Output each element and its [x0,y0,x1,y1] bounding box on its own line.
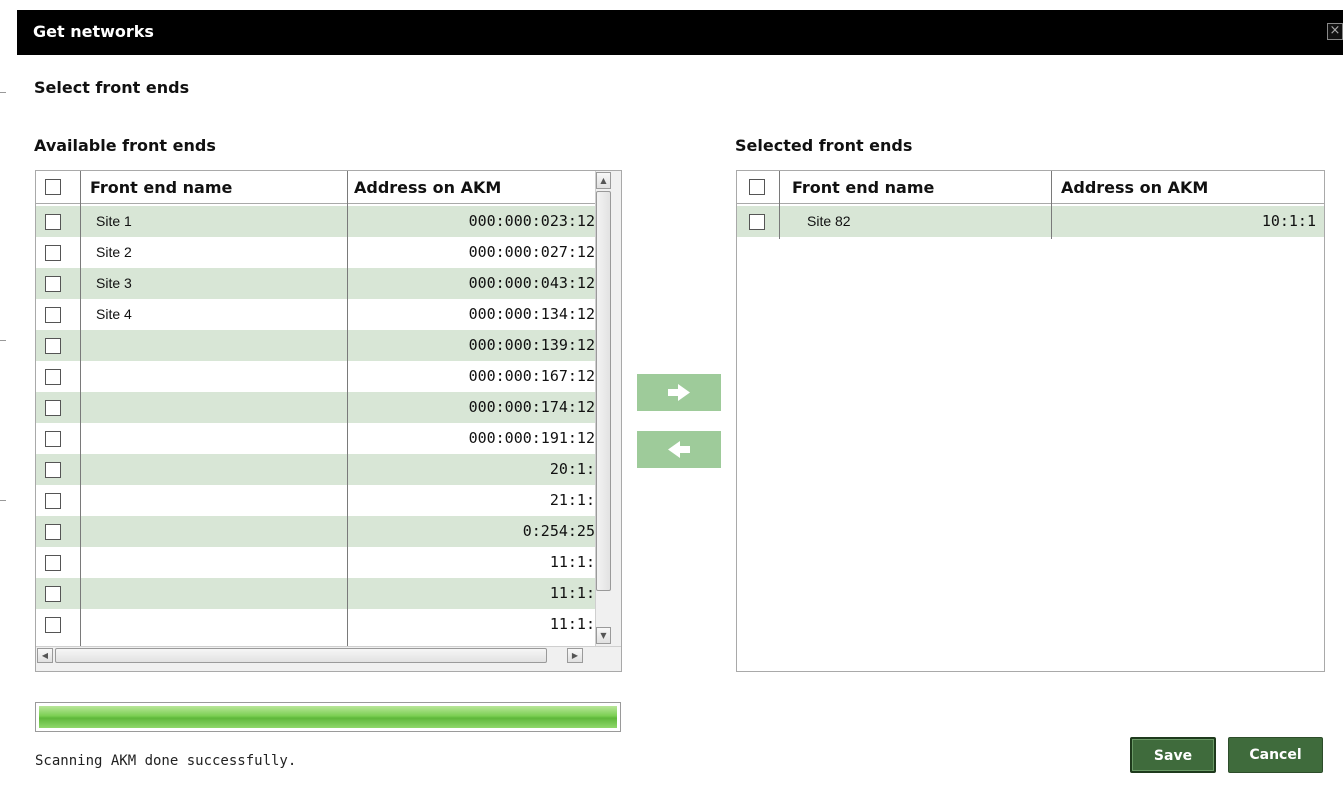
selected-row-address: 10:1:1 [1261,212,1316,230]
available-row[interactable]: Site 4 000:000:134:12 [36,299,595,330]
selected-title: Selected front ends [735,136,913,155]
available-row-checkbox[interactable] [45,245,61,261]
available-row[interactable]: 0:254:25 [36,516,595,547]
available-row-address: 000:000:023:12 [468,212,595,230]
available-row[interactable]: 21:1: [36,485,595,516]
available-vertical-scrollbar[interactable]: ▲ ▼ [595,171,621,647]
remove-from-selected-button[interactable] [637,431,721,468]
left-edge-tick [0,340,6,341]
available-row[interactable]: 000:000:167:12 [36,361,595,392]
available-row-address: 000:000:027:12 [468,243,595,261]
available-row[interactable]: 000:000:139:12 [36,330,595,361]
available-row-address: 11:1: [549,584,595,602]
scroll-right-icon[interactable]: ▶ [567,648,583,663]
selected-row-checkbox[interactable] [749,214,765,230]
scroll-down-icon[interactable]: ▼ [596,627,611,644]
available-row[interactable]: 11:1: [36,547,595,578]
status-message: Scanning AKM done successfully. [35,753,297,769]
available-row-checkbox[interactable] [45,524,61,540]
available-row-checkbox[interactable] [45,214,61,230]
dialog-titlebar: Get networks × [17,10,1343,55]
dialog-title: Get networks [33,22,154,41]
available-row[interactable]: 000:000:191:12 [36,423,595,454]
arrow-left-icon [668,441,690,458]
scroll-thumb[interactable] [596,191,611,591]
available-row-address: 000:000:191:12 [468,429,595,447]
available-row-checkbox[interactable] [45,462,61,478]
selected-column-address[interactable]: Address on AKM [1061,178,1208,197]
selected-grid: Front end name Address on AKM Site 82 10:… [736,170,1325,672]
available-row-address: 000:000:167:12 [468,367,595,385]
cancel-button[interactable]: Cancel [1228,737,1323,773]
select-all-selected-checkbox[interactable] [749,179,765,195]
column-divider [779,171,780,239]
available-row-checkbox[interactable] [45,431,61,447]
available-row-name: Site 4 [96,306,132,322]
select-all-available-checkbox[interactable] [45,179,61,195]
available-row-name: Site 1 [96,213,132,229]
save-button[interactable]: Save [1130,737,1216,773]
left-edge-tick [0,500,6,501]
available-row-address: 000:000:043:12 [468,274,595,292]
available-horizontal-scrollbar[interactable]: ◀ ▶ [36,646,621,671]
column-divider [1051,171,1052,239]
available-row-address: 000:000:134:12 [468,305,595,323]
available-row-checkbox[interactable] [45,307,61,323]
available-row-checkbox[interactable] [45,369,61,385]
available-row-checkbox[interactable] [45,586,61,602]
available-title: Available front ends [34,136,216,155]
available-row[interactable]: 11:1: [36,609,595,640]
available-row-address: 21:1: [549,491,595,509]
selected-header-row: Front end name Address on AKM [737,171,1324,204]
close-icon[interactable]: × [1327,23,1343,40]
available-row-address: 20:1: [549,460,595,478]
available-row-checkbox[interactable] [45,555,61,571]
available-row-checkbox[interactable] [45,617,61,633]
available-row-checkbox[interactable] [45,400,61,416]
section-title: Select front ends [34,78,190,97]
available-row-name: Site 2 [96,244,132,260]
available-grid: Front end name Address on AKM Site 1 000:… [35,170,622,672]
available-row-name: Site 3 [96,275,132,291]
available-row-address: 0:254:25 [522,522,595,540]
left-edge-tick [0,92,6,93]
available-row-address: 11:1: [549,553,595,571]
available-column-address[interactable]: Address on AKM [354,178,501,197]
available-row-checkbox[interactable] [45,338,61,354]
column-divider [347,171,348,647]
column-divider [80,171,81,647]
available-row[interactable]: Site 3 000:000:043:12 [36,268,595,299]
available-row-checkbox[interactable] [45,276,61,292]
scroll-left-icon[interactable]: ◀ [37,648,53,663]
add-to-selected-button[interactable] [637,374,721,411]
available-row[interactable]: Site 1 000:000:023:12 [36,206,595,237]
available-row[interactable]: Site 2 000:000:027:12 [36,237,595,268]
scroll-thumb[interactable] [55,648,547,663]
available-row-address: 000:000:174:12 [468,398,595,416]
arrow-right-icon [668,384,690,401]
available-header-row: Front end name Address on AKM [36,171,596,204]
available-row-address: 11:1: [549,615,595,633]
selected-row[interactable]: Site 82 10:1:1 [737,206,1324,237]
available-row[interactable]: 000:000:174:12 [36,392,595,423]
scan-progress-fill [39,706,617,728]
selected-column-name[interactable]: Front end name [792,178,934,197]
scan-progress-bar [35,702,621,732]
scroll-up-icon[interactable]: ▲ [596,172,611,189]
available-row-checkbox[interactable] [45,493,61,509]
available-row[interactable]: 20:1: [36,454,595,485]
available-row-address: 000:000:139:12 [468,336,595,354]
available-column-name[interactable]: Front end name [90,178,232,197]
selected-row-name: Site 82 [807,213,851,229]
available-row[interactable]: 11:1: [36,578,595,609]
